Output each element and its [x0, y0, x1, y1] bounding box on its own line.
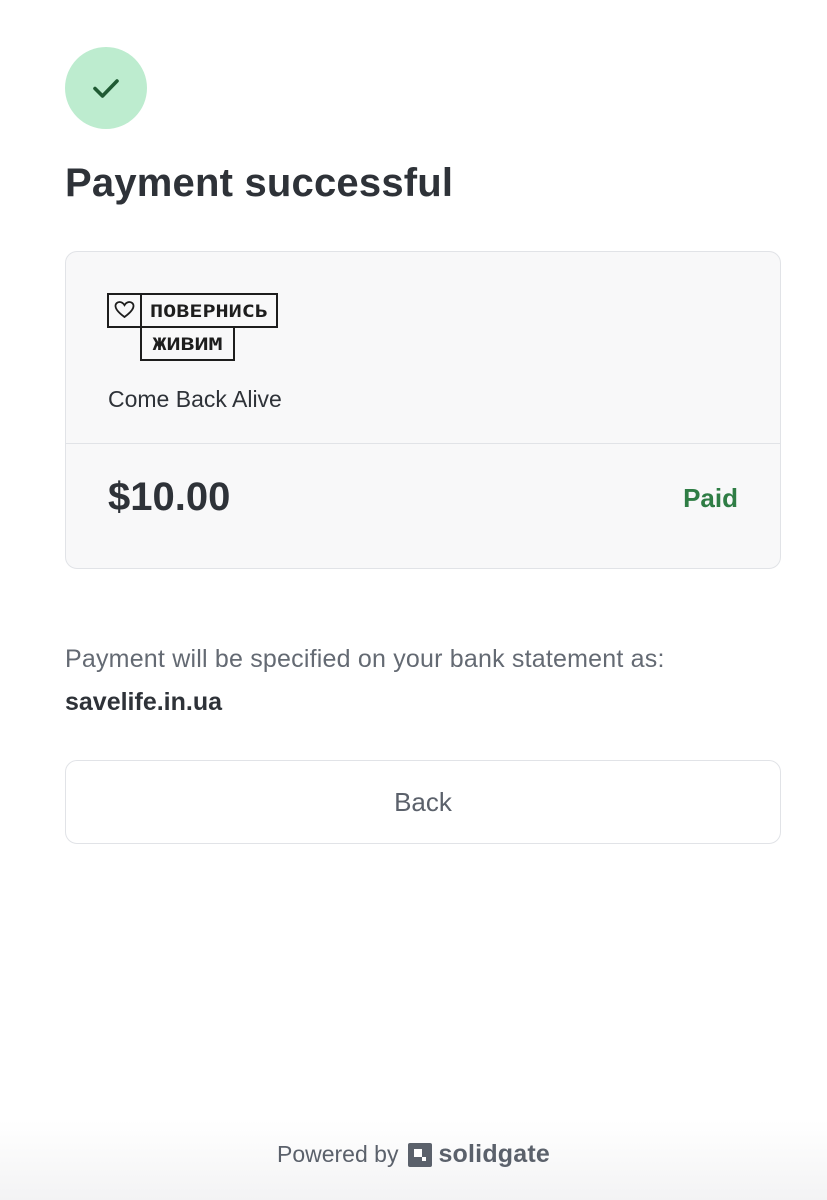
logo-text-line2: ЖИВИМ — [153, 335, 223, 355]
merchant-name: Come Back Alive — [108, 386, 282, 412]
payment-status: Paid — [683, 483, 738, 513]
success-badge — [65, 47, 147, 129]
page-title: Payment successful — [65, 161, 454, 205]
checkmark-icon — [93, 79, 119, 98]
merchant-logo: ПОВЕРНИСЬ ЖИВИМ — [107, 293, 278, 361]
solidgate-logo-icon — [408, 1142, 433, 1167]
statement-label: Payment will be specified on your bank s… — [65, 645, 665, 673]
powered-by-label: Powered by — [276, 1141, 399, 1167]
powered-by-footer: Powered by solidgate — [0, 1140, 827, 1169]
solidgate-name: solidgate — [438, 1140, 550, 1168]
back-button[interactable]: Back — [65, 760, 781, 844]
merchant-info: ПОВЕРНИСЬ ЖИВИМ Come Back Alive — [66, 252, 780, 444]
logo-text-line1: ПОВЕРНИСЬ — [150, 302, 268, 322]
statement-descriptor: savelife.in.ua — [65, 688, 223, 716]
payment-amount: $10.00 — [108, 475, 231, 519]
payment-success-page: Payment successful ПОВЕРНИСЬ ЖИВИМ Come … — [0, 0, 827, 1200]
solidgate-brand: solidgate — [408, 1140, 550, 1169]
merchant-card: ПОВЕРНИСЬ ЖИВИМ Come Back Alive $10.00 P… — [65, 251, 781, 569]
